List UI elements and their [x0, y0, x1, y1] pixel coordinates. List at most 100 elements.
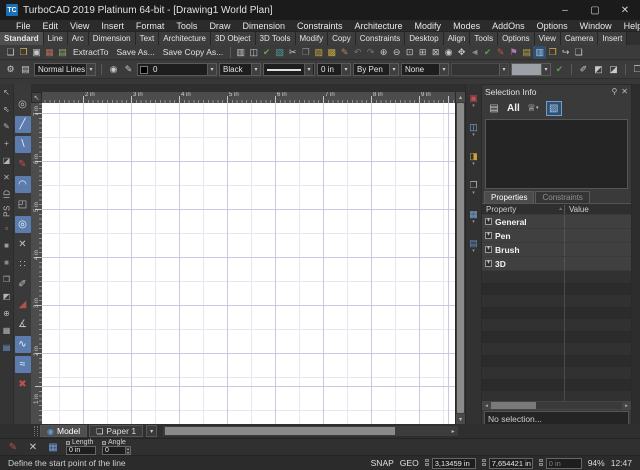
chevron-down-icon[interactable]: ▾: [389, 64, 398, 75]
tab-properties[interactable]: Properties: [484, 191, 534, 203]
tab-dimension[interactable]: Dimension: [89, 32, 136, 45]
copy-tool[interactable]: ❐: [1, 273, 12, 285]
stamp-icon[interactable]: ⚑: [507, 46, 520, 59]
category-pen[interactable]: +Pen: [482, 229, 631, 242]
pen-nib-icon[interactable]: ✎: [122, 63, 135, 76]
category-general[interactable]: +General: [482, 215, 631, 228]
category-brush[interactable]: +Brush: [482, 243, 631, 256]
gray-swatch[interactable]: ■: [1, 239, 12, 251]
drawing-canvas[interactable]: [42, 103, 455, 424]
tab-constraints[interactable]: Constraints: [535, 191, 589, 203]
horizontal-scrollbar[interactable]: ▸: [163, 426, 458, 436]
scroll-right-icon[interactable]: ▸: [448, 428, 458, 435]
line-style-select[interactable]: Normal Lines ▾: [34, 63, 96, 76]
expand-icon[interactable]: +: [485, 260, 492, 267]
brush-pattern-select[interactable]: By Pen ▾: [353, 63, 399, 76]
tab-constraints[interactable]: Constraints: [356, 32, 405, 45]
palette-scrollbar[interactable]: ◂ ▸: [482, 401, 631, 410]
blocks-toggle[interactable]: ❐▾: [467, 177, 481, 197]
value-column-header[interactable]: Value: [564, 205, 631, 214]
tab-arc[interactable]: Arc: [68, 32, 89, 45]
maximize-button[interactable]: ▢: [580, 0, 610, 20]
y-coordinate-field[interactable]: 7,654421 in: [489, 458, 533, 469]
save-as-button[interactable]: Save As...: [112, 47, 158, 57]
inspector-table-icon[interactable]: ▦: [46, 441, 60, 454]
marquee-tool[interactable]: ▫: [1, 222, 12, 234]
zoom-dynamic-icon[interactable]: ◉: [442, 46, 455, 59]
snap-toggle[interactable]: SNAP: [371, 458, 394, 468]
menu-architecture[interactable]: Architecture: [349, 21, 409, 31]
menu-tools[interactable]: Tools: [170, 21, 203, 31]
z-coordinate-field[interactable]: 0 in: [546, 458, 582, 469]
chevron-down-icon[interactable]: ▾: [304, 64, 313, 75]
angle-spinner[interactable]: ▴▾: [126, 446, 131, 455]
validate-icon[interactable]: ✔: [481, 46, 494, 59]
anchor-tool[interactable]: ✖: [15, 376, 31, 393]
tab-standard[interactable]: Standard: [0, 32, 44, 45]
chevron-down-icon[interactable]: ▾: [86, 64, 95, 75]
zoom-window-icon[interactable]: ⊡: [403, 46, 416, 59]
select-tool[interactable]: ↖: [1, 86, 12, 98]
menu-modes[interactable]: Modes: [447, 21, 486, 31]
chevron-down-icon[interactable]: ▾: [251, 64, 260, 75]
spelling-icon[interactable]: ✔: [260, 46, 273, 59]
save-all-icon[interactable]: ▦: [43, 46, 56, 59]
layers-tool[interactable]: ▤: [1, 341, 12, 353]
length-lock-icon[interactable]: [66, 441, 70, 445]
measurement-toggle[interactable]: ▦▾: [467, 206, 481, 226]
menu-draw[interactable]: Draw: [203, 21, 236, 31]
gear-icon[interactable]: ⚙: [4, 63, 17, 76]
menu-help[interactable]: Help: [618, 21, 640, 31]
angle-lock-icon[interactable]: [102, 441, 106, 445]
zoom-in-icon[interactable]: ⊕: [377, 46, 390, 59]
tab-modify[interactable]: Modify: [296, 32, 329, 45]
inspector-draw-icon[interactable]: ✎: [6, 441, 20, 454]
snap-settings-icon[interactable]: ❒: [631, 63, 640, 76]
arc-tool[interactable]: ◠: [15, 176, 31, 193]
property-column-header[interactable]: Property: [486, 205, 516, 214]
library-book-icon[interactable]: ▥: [533, 46, 546, 59]
internet-palette-toggle[interactable]: ▤▾: [467, 235, 481, 255]
inspector-cancel-icon[interactable]: ✕: [26, 441, 40, 454]
scroll-right-icon[interactable]: ▸: [622, 403, 631, 409]
tab-view[interactable]: View: [535, 32, 561, 45]
scrollbar-thumb[interactable]: [165, 427, 395, 435]
cut-icon[interactable]: ✂: [286, 46, 299, 59]
undo-icon[interactable]: ↶: [351, 46, 364, 59]
chevron-down-icon[interactable]: ▾: [207, 64, 216, 75]
menu-insert[interactable]: Insert: [95, 21, 130, 31]
angle-tool[interactable]: ∡: [15, 316, 31, 333]
z-lock-icon[interactable]: [539, 459, 544, 467]
ps-tool[interactable]: PS: [1, 206, 13, 217]
preview-mode-button[interactable]: ▧: [546, 101, 562, 116]
line-tool[interactable]: ╱: [15, 116, 31, 133]
hatch-tool[interactable]: ✐: [15, 276, 31, 293]
picture-icon[interactable]: ▧: [273, 46, 286, 59]
point-grid-tool[interactable]: ∷: [15, 256, 31, 273]
tab-desktop[interactable]: Desktop: [405, 32, 443, 45]
delete-node-tool[interactable]: ✕: [15, 236, 31, 253]
tab-align[interactable]: Align: [444, 32, 471, 45]
sketch-ring-tool[interactable]: ◎: [15, 96, 31, 113]
y-lock-icon[interactable]: [482, 459, 487, 467]
tab-line[interactable]: Line: [44, 32, 68, 45]
tab-tools[interactable]: Tools: [470, 32, 498, 45]
save-icon[interactable]: ▣: [30, 46, 43, 59]
box-3d-tool[interactable]: ◰: [15, 196, 31, 213]
zoom-extents-icon[interactable]: ⊞: [416, 46, 429, 59]
tab-copy[interactable]: Copy: [328, 32, 356, 45]
spline-tool[interactable]: ∿: [15, 336, 31, 353]
empty-light-select[interactable]: ▾: [511, 63, 551, 76]
filter-crown-button[interactable]: ♕▾: [525, 101, 541, 116]
style-sheet-icon[interactable]: ▤: [19, 63, 32, 76]
pan-icon[interactable]: ✥: [455, 46, 468, 59]
handle-tool[interactable]: +: [1, 137, 12, 149]
erase-tool[interactable]: ◪: [1, 154, 12, 166]
eraser-tool[interactable]: ◩: [1, 290, 12, 302]
save-copy-as-button[interactable]: Save Copy As...: [159, 47, 227, 57]
selection-list-box[interactable]: [485, 119, 628, 189]
edit-select-tool[interactable]: ⇖: [1, 103, 12, 115]
menu-edit[interactable]: Edit: [37, 21, 65, 31]
tab-text[interactable]: Text: [136, 32, 160, 45]
vertical-scrollbar[interactable]: ▴ ▾: [455, 92, 465, 424]
